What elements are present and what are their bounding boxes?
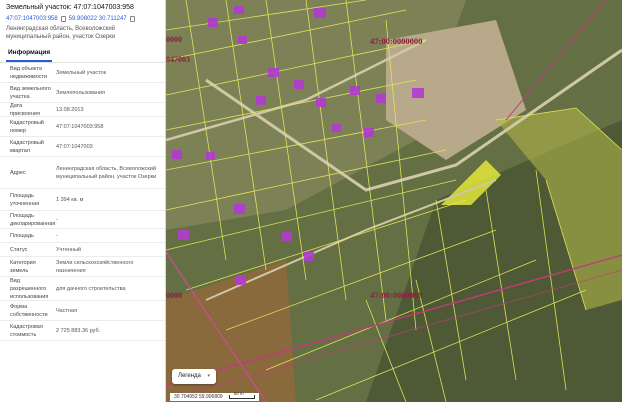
quarter-label-cut: 0000 [166, 35, 182, 44]
legend-label: Легенда [178, 373, 201, 379]
attribute-table: Вид объекта недвижимости Земельный участо… [0, 63, 165, 341]
attribute-key: Вид разрешенного использования [10, 277, 49, 300]
copy-icon[interactable] [60, 16, 66, 22]
attribute-key: Площадь декларированная [10, 212, 56, 227]
quarter-label: 47:00:0000000 [370, 36, 422, 46]
attribute-key: Кадастровый номер [10, 119, 44, 134]
scale-label: 50 m [233, 391, 244, 396]
attribute-row: Категория земель Земли сельскохозяйственн… [0, 257, 165, 277]
attribute-key: Дата присвоения [10, 102, 40, 117]
map-view[interactable]: 47:00:0000000 47:00:0000000 0000 047003 … [166, 0, 622, 402]
parcel-title: Земельный участок: 47:07:1047003:958 [6, 4, 134, 11]
tab-bar: Информация [0, 45, 165, 63]
attribute-row: Вид объекта недвижимости Земельный участо… [0, 63, 165, 83]
attribute-row: Статус Учтенный [0, 243, 165, 257]
attribute-value: - [56, 232, 58, 239]
attribute-row: Вид разрешенного использования для дачног… [0, 277, 165, 301]
attribute-key: Адрес [10, 169, 26, 176]
attribute-row: Форма собственности Частная [0, 301, 165, 321]
attribute-row: Кадастровый номер 47:07:1047003:958 [0, 117, 165, 137]
attribute-value: 47:07:1047003 [56, 143, 93, 150]
scale-bar: 50 m [228, 391, 255, 399]
copy-icon[interactable] [129, 16, 135, 22]
attribute-key: Кадастровая стоимость [10, 323, 43, 338]
attribute-key: Вид земельного участка [10, 85, 51, 100]
attribute-row: Кадастровый квартал 47:07:1047003 [0, 137, 165, 157]
quarter-code-label: 047003 [166, 55, 190, 64]
attribute-key: Статус [10, 246, 28, 253]
attribute-value: 1 394 кв. м [56, 196, 84, 203]
attribute-key: Категория земель [10, 259, 36, 274]
address-subtitle: Ленинградская область, Всеволожский муни… [6, 26, 116, 40]
attribute-key: Форма собственности [10, 303, 48, 318]
attribute-row: Площадь - [0, 229, 165, 243]
attribute-row: Адрес Ленинградская область, Всеволожский… [0, 157, 165, 189]
attribute-row: Дата присвоения 13.08.2013 [0, 103, 165, 117]
attribute-value: 47:07:1047003:958 [56, 123, 104, 130]
attribute-value: Частная [56, 307, 78, 314]
tab-info[interactable]: Информация [6, 45, 53, 62]
coords-link[interactable]: 59.908022 30.711247 [69, 15, 127, 23]
coords-row: 47:07:1047003:958 59.908022 30.711247 [6, 15, 159, 23]
attribute-value: - [56, 216, 58, 223]
attribute-key: Площадь уточненная [10, 192, 40, 207]
attribute-value: 13.08.2013 [56, 106, 84, 113]
cadastral-number-link[interactable]: 47:07:1047003:958 [6, 15, 58, 23]
attribute-key: Кадастровый квартал [10, 139, 44, 154]
attribute-value: Ленинградская область, Всеволожский муни… [56, 165, 157, 180]
attribute-value: для дачного строительства [56, 285, 126, 292]
panel-header: Земельный участок: 47:07:1047003:958 47:… [0, 0, 165, 41]
attribute-value: Земельный участок [56, 69, 107, 76]
attribute-value: 2 725 883.36 руб. [56, 327, 101, 334]
attribute-key: Вид объекта недвижимости [10, 65, 48, 80]
map-footer: 30.704952 59.906809 50 m [170, 391, 259, 401]
attribute-row: Площадь декларированная - [0, 211, 165, 229]
quarter-label: 47:00:0000000 [370, 290, 422, 300]
legend-button[interactable]: Легенда ▾ [172, 369, 216, 384]
attribute-value: Землепользования [56, 89, 105, 96]
quarter-label-cut: 0000 [166, 291, 182, 300]
attribute-value: Учтенный [56, 246, 81, 253]
map-canvas[interactable]: 47:00:0000000 47:00:0000000 0000 047003 … [166, 0, 622, 402]
cursor-coords: 30.704952 59.906809 [174, 394, 223, 400]
chevron-down-icon: ▾ [207, 373, 210, 379]
attribute-value: Земли сельскохозяйственного назначения [56, 259, 134, 274]
attribute-row: Площадь уточненная 1 394 кв. м [0, 189, 165, 211]
attribute-row: Кадастровая стоимость 2 725 883.36 руб. [0, 321, 165, 341]
attribute-row: Вид земельного участка Землепользования [0, 83, 165, 103]
info-panel: Земельный участок: 47:07:1047003:958 47:… [0, 0, 166, 402]
attribute-key: Площадь [10, 232, 34, 239]
